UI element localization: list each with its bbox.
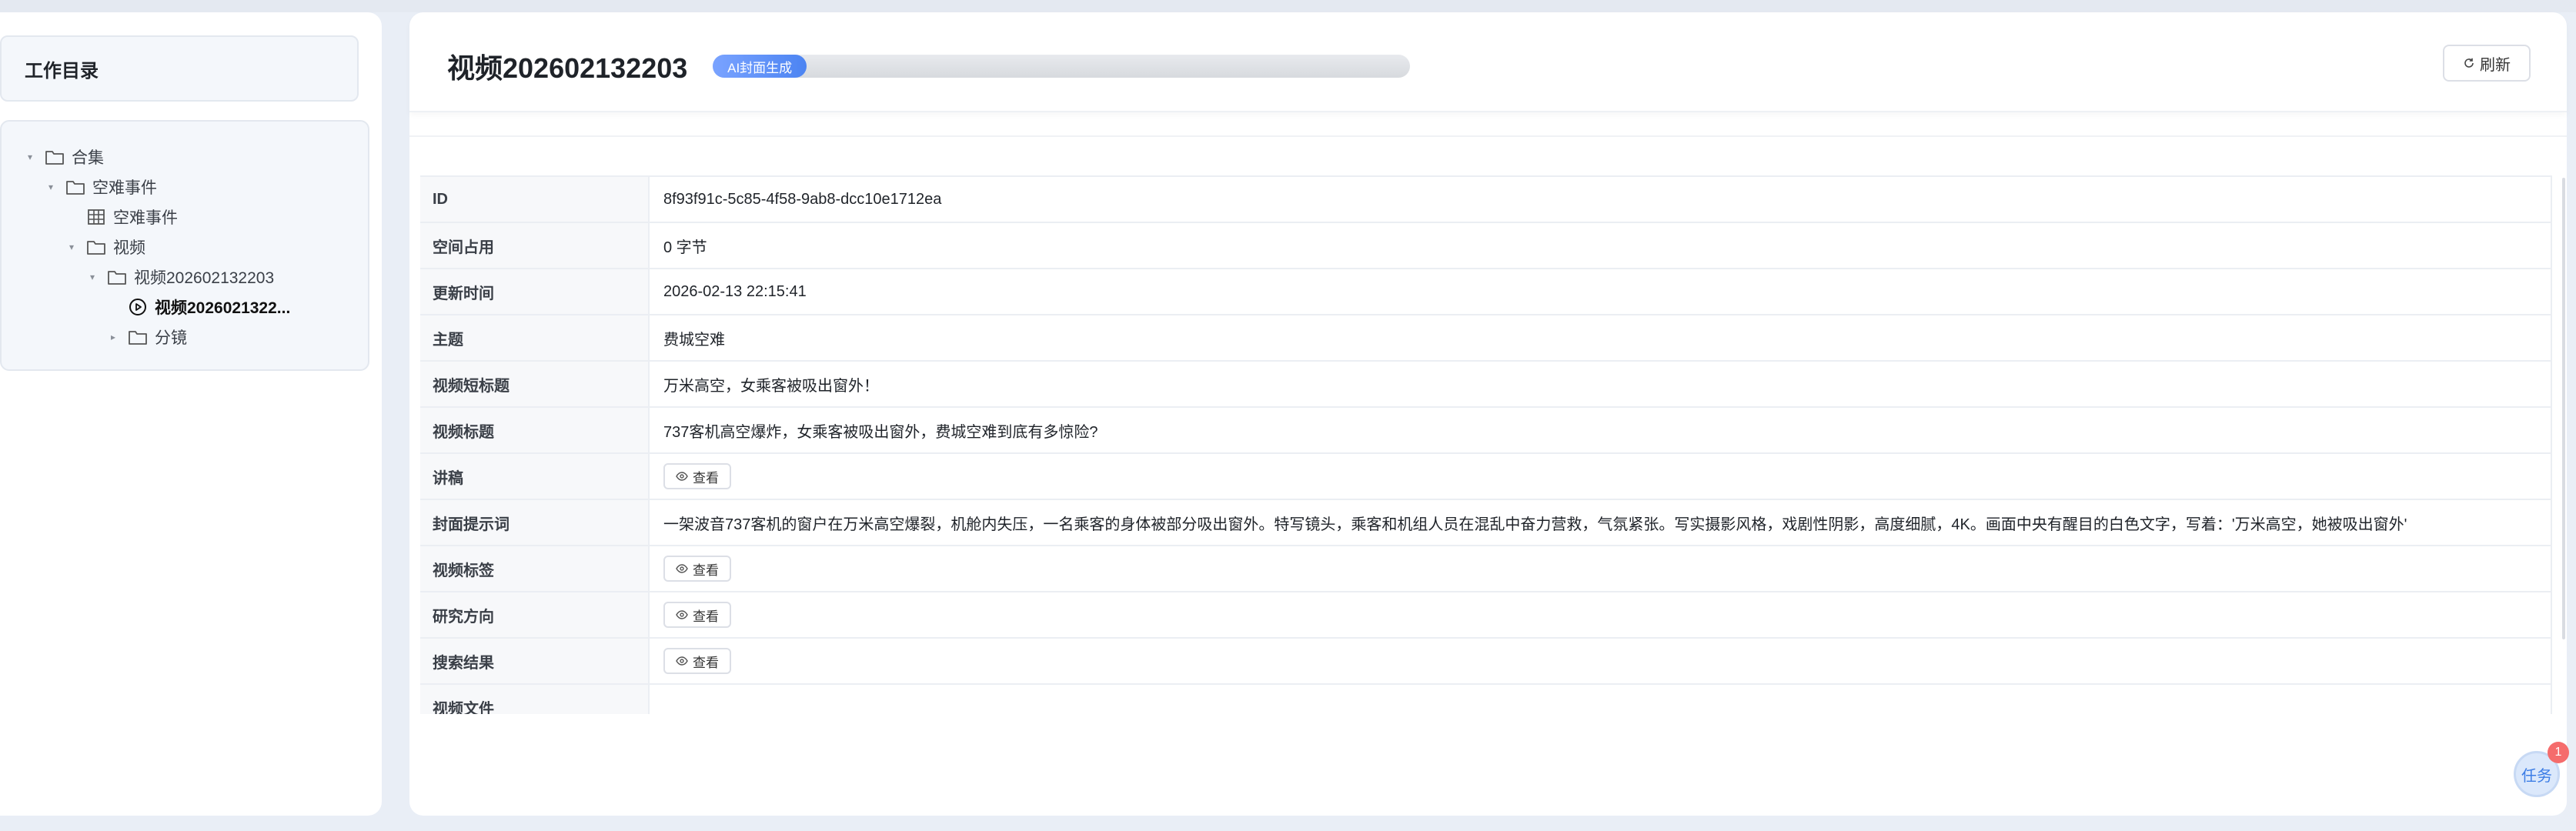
- tree-item[interactable]: ▾ 视频202602132203: [2, 262, 368, 292]
- row-label: 研究方向: [420, 592, 650, 637]
- folder-icon: [128, 329, 148, 345]
- row-value: 2026-02-13 22:15:41: [650, 269, 2552, 314]
- caret-right-icon[interactable]: ▸: [108, 332, 119, 342]
- tree-item[interactable]: ▾ 合集: [2, 142, 368, 172]
- view-label: 查看: [693, 655, 719, 670]
- row-value: [650, 685, 2552, 714]
- tree-item-label: 视频202602132203: [134, 269, 275, 287]
- top-strip: [0, 0, 2576, 12]
- eye-icon: [676, 656, 688, 666]
- row-value: 万米高空，女乘客被吸出窗外！: [650, 362, 2552, 406]
- table-row: 空间占用 0 字节: [420, 223, 2552, 269]
- table-row: 视频文件: [420, 685, 2552, 714]
- tree-item-label: 空难事件: [92, 179, 157, 197]
- row-label: 主题: [420, 315, 650, 360]
- table-row: 视频短标题 万米高空，女乘客被吸出窗外！: [420, 362, 2552, 408]
- row-value-action: 查看: [650, 592, 2552, 637]
- caret-down-icon[interactable]: ▾: [66, 242, 77, 252]
- row-value-action: 查看: [650, 639, 2552, 683]
- view-label: 查看: [693, 470, 719, 486]
- page-title: 视频202602132203: [447, 52, 688, 84]
- row-label: 视频短标题: [420, 362, 650, 406]
- row-value: 费城空难: [650, 315, 2552, 360]
- progress-fill: AI封面生成: [713, 55, 807, 78]
- row-label: 更新时间: [420, 269, 650, 314]
- tree-item[interactable]: ▾ 视频: [2, 232, 368, 262]
- task-count-badge: 1: [2548, 742, 2569, 763]
- tree-item[interactable]: ▾ 空难事件: [2, 172, 368, 202]
- play-circle-icon: [128, 298, 148, 315]
- table-row: 研究方向 查看: [420, 592, 2552, 639]
- caret-spacer: [108, 302, 119, 312]
- row-label: 视频标题: [420, 408, 650, 452]
- table-icon: [86, 209, 106, 225]
- folder-icon: [107, 269, 127, 285]
- table-row: 主题 费城空难: [420, 315, 2552, 362]
- row-value-action: 查看: [650, 546, 2552, 591]
- eye-icon: [676, 472, 688, 481]
- row-label: 视频文件: [420, 685, 650, 714]
- row-value: 8f93f91c-5c85-4f58-9ab8-dcc10e1712ea: [650, 177, 2552, 222]
- sidebar-title: 工作目录: [0, 35, 359, 102]
- progress-label: AI封面生成: [727, 60, 793, 75]
- view-button[interactable]: 查看: [663, 463, 731, 489]
- table-row: ID 8f93f91c-5c85-4f58-9ab8-dcc10e1712ea: [420, 177, 2552, 223]
- refresh-button[interactable]: 刷新: [2443, 45, 2531, 82]
- detail-header: 视频202602132203 AI封面生成 刷新: [409, 12, 2567, 112]
- caret-down-icon[interactable]: ▾: [45, 182, 56, 192]
- table-row: 视频标题 737客机高空爆炸，女乘客被吸出窗外，费城空难到底有多惊险?: [420, 408, 2552, 454]
- row-value: 737客机高空爆炸，女乘客被吸出窗外，费城空难到底有多惊险?: [650, 408, 2552, 452]
- row-label: 空间占用: [420, 223, 650, 268]
- sidebar: 工作目录 ▾ 合集 ▾ 空难事件 空难事件 ▾ 视频 ▾ 视频202602132203 视频202…: [0, 12, 382, 816]
- tree-item-label: 视频2026021322...: [155, 299, 291, 317]
- main-panel: 视频202602132203 AI封面生成 刷新 ID 8f93f91c-5c85…: [409, 12, 2567, 816]
- view-label: 查看: [693, 562, 719, 578]
- task-label: 任务: [2521, 767, 2552, 785]
- tree-item[interactable]: 视频2026021322...: [2, 292, 368, 322]
- row-value-action: 查看: [650, 454, 2552, 499]
- view-button[interactable]: 查看: [663, 602, 731, 628]
- tree-item-label: 视频: [113, 239, 145, 257]
- ai-cover-progress: AI封面生成: [713, 55, 1410, 78]
- detail-table: ID 8f93f91c-5c85-4f58-9ab8-dcc10e1712ea 空间…: [420, 175, 2552, 714]
- tree-item-label: 分镜: [155, 329, 187, 347]
- view-button[interactable]: 查看: [663, 556, 731, 582]
- refresh-label: 刷新: [2480, 56, 2511, 74]
- directory-tree: ▾ 合集 ▾ 空难事件 空难事件 ▾ 视频 ▾ 视频202602132203 视频20260213…: [0, 120, 369, 371]
- table-row: 搜索结果 查看: [420, 639, 2552, 685]
- table-row: 更新时间 2026-02-13 22:15:41: [420, 269, 2552, 315]
- divider: [409, 135, 2567, 137]
- view-button[interactable]: 查看: [663, 648, 731, 674]
- table-scrollbar[interactable]: [2562, 178, 2565, 639]
- eye-icon: [676, 564, 688, 573]
- refresh-icon: [2464, 58, 2474, 68]
- folder-icon: [45, 149, 65, 165]
- table-row: 视频标签 查看: [420, 546, 2552, 592]
- folder-icon: [86, 239, 106, 255]
- row-value: 一架波音737客机的窗户在万米高空爆裂，机舱内失压，一名乘客的身体被部分吸出窗外…: [650, 500, 2552, 545]
- eye-icon: [676, 610, 688, 619]
- caret-down-icon[interactable]: ▾: [87, 272, 98, 282]
- tree-item-label: 空难事件: [113, 209, 178, 227]
- tree-item[interactable]: 空难事件: [2, 202, 368, 232]
- caret-down-icon[interactable]: ▾: [25, 152, 35, 162]
- folder-icon: [65, 179, 85, 195]
- caret-spacer: [66, 212, 77, 222]
- row-label: 封面提示词: [420, 500, 650, 545]
- row-label: 视频标签: [420, 546, 650, 591]
- tree-item-label: 合集: [72, 149, 104, 167]
- row-value: 0 字节: [650, 223, 2552, 268]
- row-label: 讲稿: [420, 454, 650, 499]
- view-label: 查看: [693, 609, 719, 624]
- table-row: 讲稿 查看: [420, 454, 2552, 500]
- row-label: 搜索结果: [420, 639, 650, 683]
- table-row: 封面提示词 一架波音737客机的窗户在万米高空爆裂，机舱内失压，一名乘客的身体被部…: [420, 500, 2552, 546]
- tree-item[interactable]: ▸ 分镜: [2, 322, 368, 352]
- row-label: ID: [420, 177, 650, 222]
